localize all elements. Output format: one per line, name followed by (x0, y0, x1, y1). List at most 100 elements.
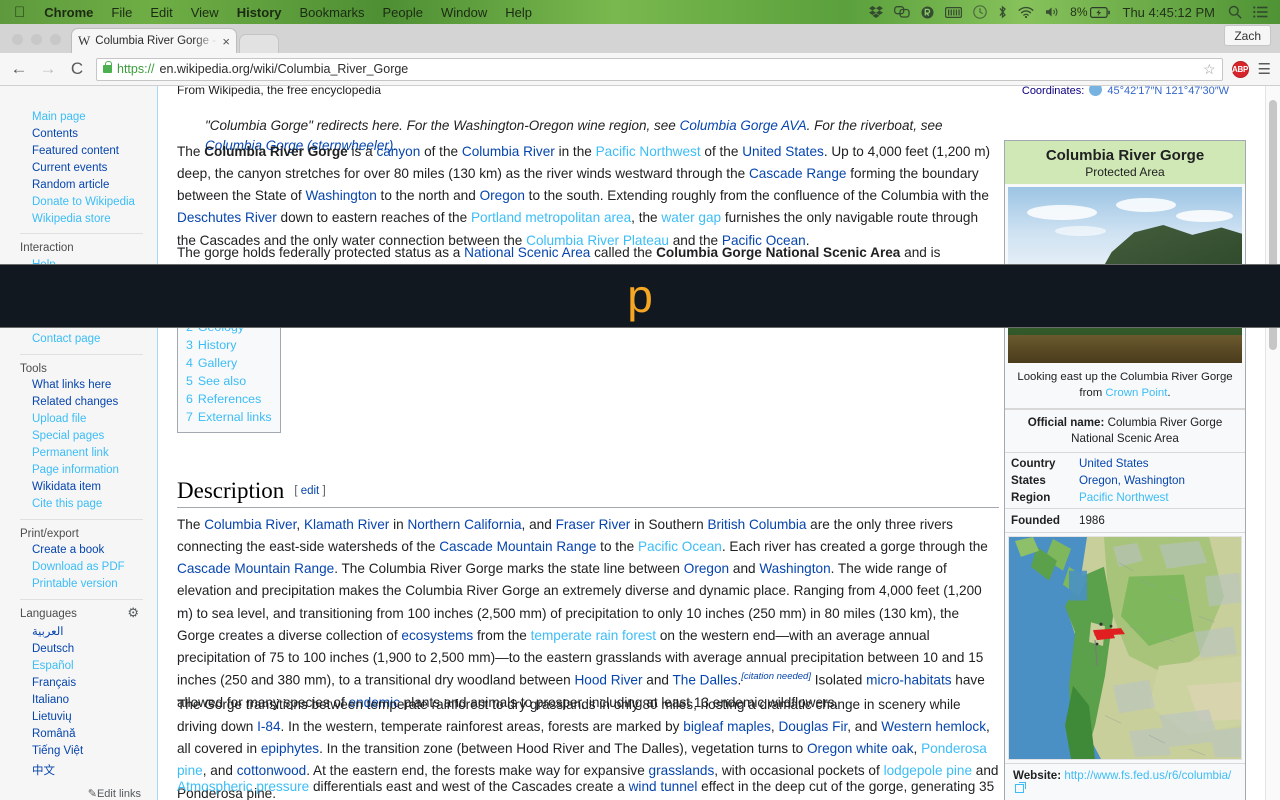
wifi-icon[interactable] (1018, 6, 1034, 18)
sidebar-item-special-pages[interactable]: Special pages (0, 428, 157, 445)
menu-item-help[interactable]: Help (496, 5, 541, 20)
menu-bar-clock[interactable]: Thu 4:45:12 PM (1121, 5, 1218, 20)
citation-needed-tag[interactable]: [citation needed] (741, 671, 811, 682)
link-british-columbia[interactable]: British Columbia (707, 517, 806, 532)
sidebar-item-page-information[interactable]: Page information (0, 462, 157, 479)
link-micro-habitats[interactable]: micro-habitats (866, 673, 951, 688)
page-scrollbar[interactable] (1265, 86, 1280, 800)
dropbox-icon[interactable] (869, 5, 884, 19)
menu-item-history[interactable]: History (228, 5, 291, 20)
menu-item-edit[interactable]: Edit (141, 5, 181, 20)
toc-item-references[interactable]: 6 References (186, 390, 272, 408)
time-machine-icon[interactable] (973, 5, 987, 19)
sidebar-item-main-page[interactable]: Main page (0, 108, 157, 125)
sidebar-item-wikidata-item[interactable]: Wikidata item (0, 479, 157, 496)
chrome-menu-icon[interactable]: ☰ (1258, 60, 1271, 78)
link-pacific-northwest[interactable]: Pacific Northwest (596, 144, 701, 159)
battery-gauge-icon[interactable] (945, 6, 963, 18)
sharing-icon[interactable] (894, 6, 910, 18)
link-hood-river[interactable]: Hood River (574, 673, 642, 688)
sidebar-item-what-links-here[interactable]: What links here (0, 377, 157, 394)
sidebar-language-arabic[interactable]: العربية (0, 622, 157, 641)
sidebar-item-current-events[interactable]: Current events (0, 159, 157, 176)
sidebar-item-related-changes[interactable]: Related changes (0, 394, 157, 411)
rescuetime-icon[interactable] (921, 6, 934, 19)
sidebar-item-download-as-pdf[interactable]: Download as PDF (0, 559, 157, 576)
close-window-button[interactable] (12, 34, 23, 45)
edit-links-button[interactable]: ✎Edit links (0, 781, 157, 800)
apple-logo-icon[interactable]:  (8, 4, 35, 21)
maximize-window-button[interactable] (50, 34, 61, 45)
link-portland-metropolitan-area[interactable]: Portland metropolitan area (471, 210, 631, 225)
link-klamath-river[interactable]: Klamath River (304, 517, 389, 532)
link-atmospheric-pressure[interactable]: Atmospheric pressure (177, 779, 309, 794)
sidebar-language-deutsch[interactable]: Deutsch (0, 641, 157, 658)
gear-icon[interactable]: ⚙ (127, 605, 139, 621)
link-the-dalles[interactable]: The Dalles (672, 673, 737, 688)
sidebar-item-create-a-book[interactable]: Create a book (0, 542, 157, 559)
window-controls[interactable] (0, 34, 71, 53)
link-columbia-river-2[interactable]: Columbia River (204, 517, 296, 532)
coordinates-value[interactable]: 45°42′17″N 121°47′30″W (1107, 86, 1229, 97)
menu-item-bookmarks[interactable]: Bookmarks (290, 5, 373, 20)
profile-button[interactable]: Zach (1224, 25, 1271, 46)
forward-button[interactable]: → (38, 59, 58, 79)
toc-item-gallery[interactable]: 4 Gallery (186, 354, 272, 372)
sidebar-language-tieng-viet[interactable]: Tiếng Việt (0, 743, 157, 760)
link-deschutes-river[interactable]: Deschutes River (177, 210, 277, 225)
link-cascade-range[interactable]: Cascade Range (749, 166, 847, 181)
link-crown-point[interactable]: Crown Point (1105, 387, 1167, 399)
sidebar-language-italiano[interactable]: Italiano (0, 692, 157, 709)
pacific-northwest-relief-map[interactable] (1008, 536, 1242, 761)
menu-item-file[interactable]: File (102, 5, 141, 20)
link-columbia-gorge-ava[interactable]: Columbia Gorge AVA (680, 118, 807, 133)
address-bar[interactable]: https:// en.wikipedia.org/wiki/Columbia_R… (96, 57, 1223, 81)
link-oregon-white-oak[interactable]: Oregon white oak (807, 741, 914, 756)
search-icon[interactable] (1228, 5, 1242, 19)
link-oregon-2[interactable]: Oregon (684, 561, 729, 576)
menu-item-view[interactable]: View (182, 5, 228, 20)
link-pacific-northwest-2[interactable]: Pacific Northwest (1079, 491, 1169, 504)
reload-button[interactable]: C (67, 59, 87, 79)
adblock-plus-icon[interactable]: ABP (1231, 60, 1249, 78)
link-columbia-river[interactable]: Columbia River (462, 144, 555, 159)
link-national-scenic-area[interactable]: National Scenic Area (464, 245, 590, 260)
menu-item-chrome[interactable]: Chrome (35, 5, 102, 20)
edit-section-link[interactable]: [ edit ] (294, 485, 325, 497)
back-button[interactable]: ← (9, 59, 29, 79)
link-united-states[interactable]: United States (742, 144, 824, 159)
sidebar-item-donate[interactable]: Donate to Wikipedia (0, 193, 157, 210)
coordinates[interactable]: Coordinates: 45°42′17″N 121°47′30″W (1022, 86, 1229, 97)
link-canyon[interactable]: canyon (376, 144, 420, 159)
link-pacific-ocean-2[interactable]: Pacific Ocean (638, 539, 722, 554)
link-western-hemlock[interactable]: Western hemlock (881, 719, 986, 734)
toc-item-see-also[interactable]: 5 See also (186, 372, 272, 390)
battery-status[interactable]: 8% (1070, 5, 1110, 19)
overlay-banner[interactable]: p (0, 264, 1280, 328)
link-epiphytes[interactable]: epiphytes (261, 741, 319, 756)
link-douglas-fir[interactable]: Douglas Fir (778, 719, 847, 734)
link-wind-tunnel[interactable]: wind tunnel (629, 779, 698, 794)
link-bigleaf-maples[interactable]: bigleaf maples (683, 719, 771, 734)
link-temperate-rain-forest[interactable]: temperate rain forest (531, 628, 656, 643)
link-washington-2[interactable]: Washington (759, 561, 830, 576)
new-tab-button[interactable] (239, 34, 279, 53)
toc-item-history[interactable]: 3 History (186, 336, 272, 354)
link-website[interactable]: http://www.fs.fed.us/r6/columbia/ (1064, 769, 1231, 782)
sidebar-item-contents[interactable]: Contents (0, 125, 157, 142)
sidebar-language-espanol[interactable]: Español (0, 658, 157, 675)
sidebar-language-francais[interactable]: Français (0, 675, 157, 692)
sidebar-item-featured-content[interactable]: Featured content (0, 142, 157, 159)
volume-icon[interactable] (1045, 6, 1059, 18)
link-cascade-mountain-range-2[interactable]: Cascade Mountain Range (177, 561, 334, 576)
link-oregon-washington[interactable]: Oregon, Washington (1079, 474, 1185, 487)
link-united-states-2[interactable]: United States (1079, 457, 1149, 470)
close-tab-icon[interactable]: × (222, 34, 230, 49)
sidebar-language-lietuviu[interactable]: Lietuvių (0, 709, 157, 726)
sidebar-item-cite-this-page[interactable]: Cite this page (0, 496, 157, 513)
menu-item-people[interactable]: People (374, 5, 432, 20)
sidebar-language-romana[interactable]: Română (0, 726, 157, 743)
bookmark-star-icon[interactable]: ☆ (1203, 61, 1216, 78)
sidebar-item-upload-file[interactable]: Upload file (0, 411, 157, 428)
sidebar-item-permanent-link[interactable]: Permanent link (0, 445, 157, 462)
